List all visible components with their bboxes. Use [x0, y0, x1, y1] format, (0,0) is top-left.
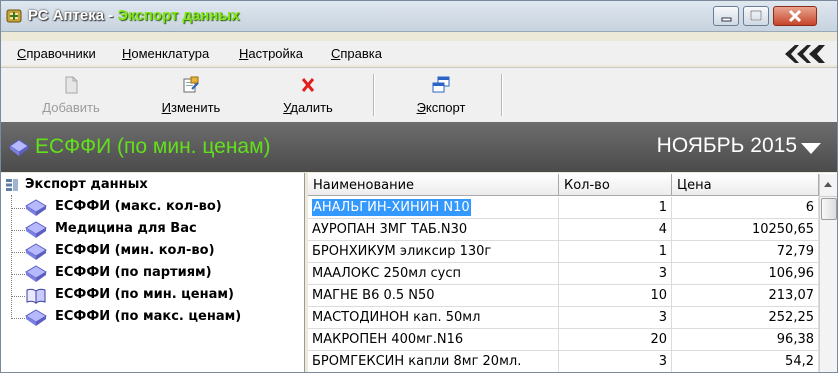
app-name: РС Аптека: [28, 7, 105, 24]
tree-item-label: Медицина для Вас: [55, 221, 197, 236]
diamond-icon: [25, 221, 47, 238]
column-header-name[interactable]: Наименование: [308, 174, 559, 196]
table-row[interactable]: БРОНХИКУМ эликсир 130г 1 72,79: [308, 241, 819, 263]
cell-name: МАКРОПЕН 400мг.N16: [308, 329, 559, 351]
tree-item-esffi-min-price[interactable]: ЕСФФИ (по мин. ценам): [11, 285, 301, 307]
table-row[interactable]: БРОМГЕКСИН капли 8мг 20мл. 3 54,2: [308, 351, 819, 372]
cell-qty: 3: [559, 351, 672, 372]
menu-directories[interactable]: Справочники: [17, 46, 96, 61]
tree-item-label: ЕСФФИ (макс. кол-во): [55, 199, 222, 214]
table-row[interactable]: МАГНЕ В6 0.5 N50 10 213,07: [308, 285, 819, 307]
column-header-qty[interactable]: Кол-во: [559, 174, 672, 196]
add-label: Добавить: [42, 100, 100, 115]
cell-price: 72,79: [672, 241, 819, 263]
edit-document-icon: [183, 76, 199, 93]
title-separator: -: [104, 7, 118, 24]
tree-item-label: ЕСФФИ (по макс. ценам): [55, 309, 242, 324]
add-button[interactable]: Добавить: [23, 68, 119, 120]
close-icon: [788, 9, 802, 23]
open-book-icon: [26, 288, 46, 304]
scroll-thumb[interactable]: [821, 198, 837, 220]
export-button[interactable]: Экспорт: [393, 68, 489, 120]
cell-price: 252,25: [672, 307, 819, 329]
menu-nomenclature[interactable]: Номенклатура: [122, 46, 209, 61]
export-grid: Наименование Кол-во Цена АНАЛЬГИН-ХИНИН …: [308, 173, 837, 372]
cell-price: 10250,65: [672, 219, 819, 241]
column-header-price[interactable]: Цена: [672, 174, 819, 196]
table-row[interactable]: АУРОПАН 3МГ ТАБ.N30 4 10250,65: [308, 219, 819, 241]
table-row[interactable]: МАСТОДИНОН кап. 50мл 3 252,25: [308, 307, 819, 329]
edit-button[interactable]: Изменить: [143, 68, 239, 120]
table-row[interactable]: МАКРОПЕН 400мг.N16 20 96,38: [308, 329, 819, 351]
cell-qty: 3: [559, 263, 672, 285]
chevron-down-icon[interactable]: [801, 143, 821, 154]
cell-price: 96,38: [672, 329, 819, 351]
cell-price: 213,07: [672, 285, 819, 307]
diamond-icon: [25, 265, 47, 282]
diamond-icon: [25, 243, 47, 260]
cell-price: 6: [672, 197, 819, 219]
diamond-icon: [9, 139, 29, 156]
vertical-scrollbar[interactable]: [819, 174, 837, 372]
tree-item-esffi-min-qty[interactable]: ЕСФФИ (мин. кол-во): [11, 241, 301, 263]
document-add-icon: [65, 76, 78, 94]
toolbar-separator: [501, 74, 503, 116]
edit-label: Изменить: [161, 100, 221, 115]
cell-name: АУРОПАН 3МГ ТАБ.N30: [308, 219, 559, 241]
diamond-icon: [25, 199, 47, 216]
tree-item-label: ЕСФФИ (по мин. ценам): [55, 287, 234, 302]
tree-item-esffi-max-qty[interactable]: ЕСФФИ (макс. кол-во): [11, 197, 301, 219]
cell-qty: 1: [559, 197, 672, 219]
menu-help[interactable]: Справка: [331, 46, 382, 61]
maximize-button[interactable]: [743, 6, 769, 26]
table-row[interactable]: МААЛОКС 250мл сусп 3 106,96: [308, 263, 819, 285]
maximize-icon: [750, 10, 762, 21]
delete-button[interactable]: Удалить: [263, 68, 353, 120]
cell-name: МАГНЕ В6 0.5 N50: [308, 285, 559, 307]
cell-price: 54,2: [672, 351, 819, 372]
red-x-icon: [301, 78, 315, 92]
table-row[interactable]: АНАЛЬГИН-ХИНИН N10 1 6: [308, 197, 819, 219]
diamond-icon: [25, 309, 47, 326]
tree-item-label: ЕСФФИ (мин. кол-во): [55, 243, 215, 258]
document-name: Экспорт данных: [117, 7, 240, 24]
toolbar: Добавить Изменить Удалить Экспорт: [1, 67, 837, 123]
tree-item-medicine-for-you[interactable]: Медицина для Вас: [11, 219, 301, 241]
cell-qty: 4: [559, 219, 672, 241]
period-selector[interactable]: НОЯБРЬ 2015: [657, 134, 797, 158]
minimize-button[interactable]: [713, 6, 739, 26]
menu-settings[interactable]: Настройка: [239, 46, 303, 61]
vendor-logo-icon: [785, 45, 825, 63]
scroll-up-button[interactable]: [820, 174, 837, 197]
toolbar-separator: [373, 74, 375, 116]
export-label: Экспорт: [416, 100, 466, 115]
cell-name: МАСТОДИНОН кап. 50мл: [308, 307, 559, 329]
section-title: ЕСФФИ (по мин. ценам): [35, 135, 271, 158]
menu-bar: Справочники Номенклатура Настройка Справ…: [1, 41, 837, 65]
section-header: ЕСФФИ (по мин. ценам) НОЯБРЬ 2015: [1, 122, 837, 172]
cell-name: БРОМГЕКСИН капли 8мг 20мл.: [308, 351, 559, 372]
export-tree: Экспорт данных ЕСФФИ (макс. кол-во) Меди…: [1, 173, 305, 372]
cell-qty: 1: [559, 241, 672, 263]
cell-qty: 10: [559, 285, 672, 307]
cell-name: АНАЛЬГИН-ХИНИН N10: [308, 197, 559, 219]
cell-name: МААЛОКС 250мл сусп: [308, 263, 559, 285]
close-button[interactable]: [773, 6, 817, 26]
title-bar[interactable]: РС Аптека - Экспорт данных: [1, 1, 837, 32]
tree-item-esffi-max-price[interactable]: ЕСФФИ (по макс. ценам): [11, 307, 301, 329]
minimize-icon: [721, 17, 732, 22]
window-title: РС Аптека - Экспорт данных: [28, 7, 240, 24]
app-window: РС Аптека - Экспорт данных Справочники Н…: [0, 0, 838, 373]
cell-qty: 3: [559, 307, 672, 329]
tree-root-icon: [6, 179, 18, 191]
cell-qty: 20: [559, 329, 672, 351]
tree-item-label: ЕСФФИ (по партиям): [55, 265, 212, 280]
app-logo-icon: [6, 9, 22, 23]
cell-price: 106,96: [672, 263, 819, 285]
export-windows-icon: [432, 76, 450, 93]
delete-label: Удалить: [283, 100, 333, 115]
tree-root-label: Экспорт данных: [25, 177, 148, 192]
cell-name: БРОНХИКУМ эликсир 130г: [308, 241, 559, 263]
tree-item-esffi-by-batch[interactable]: ЕСФФИ (по партиям): [11, 263, 301, 285]
